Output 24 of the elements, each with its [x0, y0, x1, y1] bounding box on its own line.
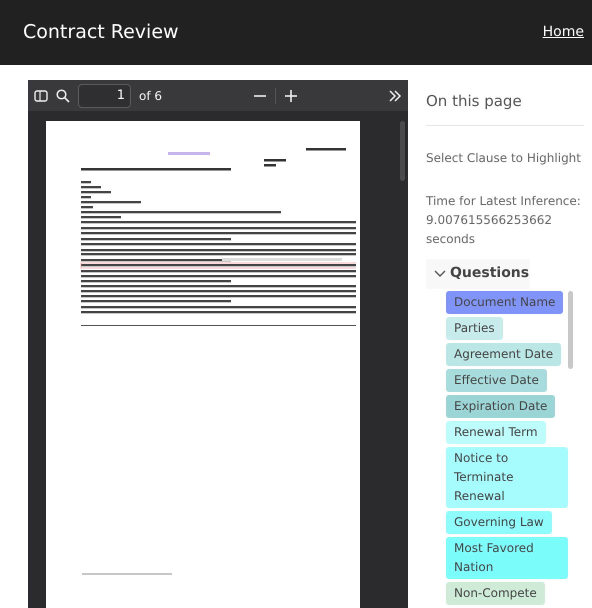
zoom-in-icon[interactable]	[284, 88, 298, 102]
questions-toggle[interactable]: Questions	[426, 258, 530, 288]
page-count: of 6	[139, 88, 162, 104]
question-tag[interactable]: Expiration Date	[446, 394, 556, 418]
question-tag[interactable]: Agreement Date	[446, 342, 562, 366]
question-tag[interactable]: Governing Law	[446, 510, 552, 534]
app-title: Contract Review	[23, 20, 179, 46]
home-link[interactable]: Home	[542, 22, 584, 43]
instruction-text: Select Clause to Highlight	[426, 150, 582, 166]
question-tag[interactable]: Non-Compete	[446, 582, 545, 604]
search-icon[interactable]	[56, 88, 70, 102]
scrollbar[interactable]	[400, 121, 405, 181]
inference-time-text: Time for Latest Inference: 9.007615566253662 seconds	[426, 192, 582, 248]
double-chevron-icon[interactable]	[388, 90, 402, 102]
question-tag[interactable]: Renewal Term	[446, 420, 546, 444]
question-tag[interactable]: Most Favored Nation	[446, 536, 568, 578]
page-number-field[interactable]: 1	[78, 84, 131, 108]
section-heading: On this page	[426, 91, 523, 112]
chevron-icon	[434, 270, 446, 278]
question-tag[interactable]: Parties	[446, 316, 503, 340]
scrollbar[interactable]	[568, 290, 573, 368]
question-tag[interactable]: Notice to Terminate Renewal	[446, 446, 568, 508]
sidebar-toggle-icon[interactable]	[34, 90, 48, 102]
question-tag[interactable]: Effective Date	[446, 368, 547, 392]
